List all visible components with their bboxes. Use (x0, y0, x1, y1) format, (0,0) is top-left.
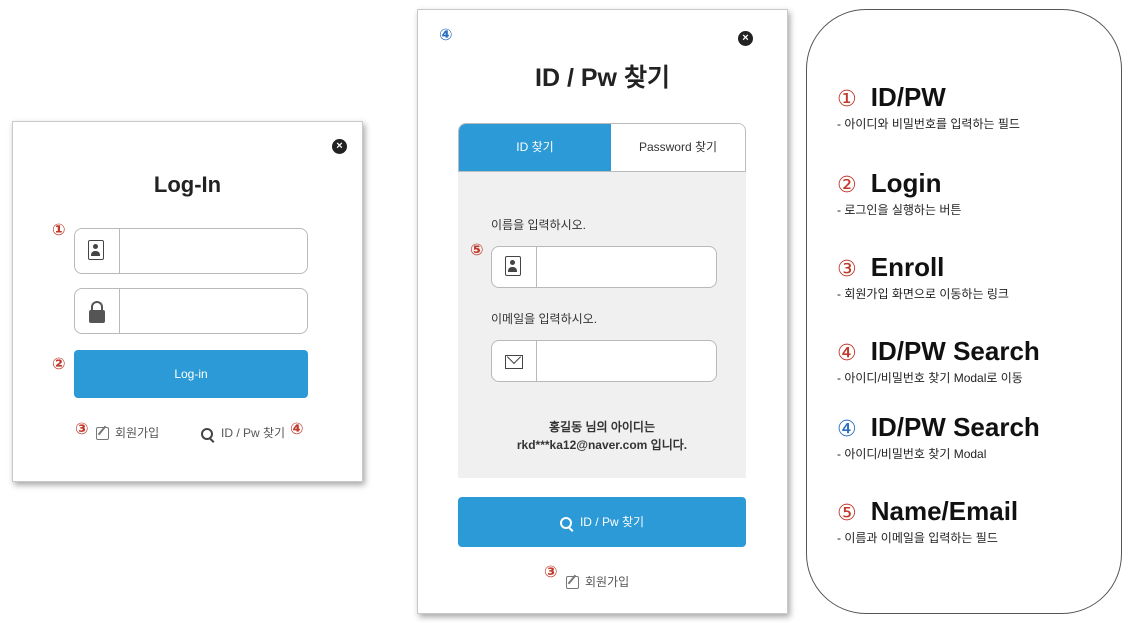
legend-desc: - 아이디와 비밀번호를 입력하는 필드 (837, 117, 1020, 131)
legend-item: ⑤ Name/Email - 이름과 이메일을 입력하는 필드 (837, 496, 1018, 546)
result-line-1: 홍길동 님의 아이디는 (548, 420, 656, 434)
legend-item: ② Login - 로그인을 실행하는 버튼 (837, 168, 961, 218)
login-title: Log-In (153, 172, 222, 197)
legend-panel: ① ID/PW - 아이디와 비밀번호를 입력하는 필드 ② Login - 로그인… (806, 9, 1122, 614)
email-label: 이메일을 입력하시오. (491, 312, 598, 326)
tab-password-search[interactable]: Password 찾기 (611, 124, 745, 171)
legend-number: ③ (837, 256, 857, 281)
search-tabs: ID 찾기 Password 찾기 (458, 123, 746, 172)
id-pw-search-button-label: ID / Pw 찾기 (579, 515, 645, 529)
id-pw-search-link-label: ID / Pw 찾기 (221, 426, 286, 440)
legend-title: ID/PW Search (870, 336, 1040, 366)
legend-title: ID/PW (870, 82, 946, 112)
legend-item: ④ ID/PW Search - 아이디/비밀번호 찾기 Modal (837, 412, 1040, 462)
login-modal: × Log-In ① ② Log-in ③ 회원가입 ID / Pw 찾기 ④ (12, 121, 363, 482)
login-button[interactable]: Log-in (74, 350, 308, 398)
id-field[interactable] (74, 228, 308, 274)
close-icon[interactable]: × (332, 139, 347, 154)
email-field-icon-cell (492, 341, 537, 381)
legend-item: ① ID/PW - 아이디와 비밀번호를 입력하는 필드 (837, 82, 1020, 132)
name-label: 이름을 입력하시오. (491, 218, 586, 232)
enroll-link[interactable]: 회원가입 (566, 573, 629, 590)
legend-number: ① (837, 86, 857, 111)
marker-2: ② (52, 356, 66, 373)
password-field-icon-cell (75, 289, 120, 333)
password-field[interactable] (74, 288, 308, 334)
legend-desc: - 회원가입 화면으로 이동하는 링크 (837, 287, 1009, 301)
tab-id-search[interactable]: ID 찾기 (459, 124, 611, 171)
marker-5: ⑤ (470, 242, 484, 259)
id-card-icon (88, 240, 104, 260)
id-pw-search-button[interactable]: ID / Pw 찾기 (458, 497, 746, 547)
id-pw-search-link[interactable]: ID / Pw 찾기 (201, 424, 285, 441)
search-title: ID / Pw 찾기 (535, 64, 670, 92)
marker-1: ① (52, 222, 66, 239)
id-field-icon-cell (75, 229, 120, 273)
id-input[interactable] (121, 231, 303, 271)
password-input[interactable] (121, 291, 303, 331)
legend-desc: - 로그인을 실행하는 버튼 (837, 203, 962, 217)
name-input[interactable] (538, 249, 712, 285)
result-line-2: rkd***ka12@naver.com 입니다. (516, 438, 688, 452)
legend-desc: - 아이디/비밀번호 찾기 Modal로 이동 (837, 371, 1023, 385)
legend-title: Name/Email (870, 496, 1019, 526)
enroll-link-label: 회원가입 (585, 575, 630, 589)
legend-number: ④ (837, 340, 857, 365)
close-icon[interactable]: × (738, 31, 753, 46)
name-field-icon-cell (492, 247, 537, 287)
legend-desc: - 아이디/비밀번호 찾기 Modal (837, 447, 987, 461)
name-field[interactable] (491, 246, 717, 288)
email-input[interactable] (538, 343, 712, 379)
email-field[interactable] (491, 340, 717, 382)
legend-item: ④ ID/PW Search - 아이디/비밀번호 찾기 Modal로 이동 (837, 336, 1040, 386)
id-pw-search-modal: ④ × ID / Pw 찾기 ID 찾기 Password 찾기 이름을 입력하… (417, 9, 788, 614)
search-icon (201, 427, 213, 440)
enroll-link-label: 회원가입 (115, 426, 160, 440)
id-card-icon (505, 256, 521, 276)
pencil-icon (566, 576, 579, 590)
marker-4: ④ (290, 421, 304, 438)
search-form: 이름을 입력하시오. ⑤ 이메일을 입력하시오. 홍길동 님의 아이디는 rkd… (458, 172, 746, 478)
legend-item: ③ Enroll - 회원가입 화면으로 이동하는 링크 (837, 252, 1009, 302)
marker-3: ③ (75, 421, 89, 438)
legend-title: Login (870, 168, 942, 198)
legend-title: ID/PW Search (870, 412, 1040, 442)
legend-number: ② (837, 172, 857, 197)
legend-number: ⑤ (837, 500, 857, 525)
pencil-icon (96, 427, 109, 441)
mail-icon (505, 355, 523, 369)
lock-icon (89, 301, 105, 323)
marker-4-blue: ④ (439, 27, 453, 44)
marker-3: ③ (544, 564, 558, 581)
legend-number: ④ (837, 416, 857, 441)
legend-title: Enroll (870, 252, 945, 282)
legend-desc: - 이름과 이메일을 입력하는 필드 (837, 531, 998, 545)
enroll-link[interactable]: 회원가입 (96, 424, 159, 441)
search-icon (559, 516, 572, 529)
